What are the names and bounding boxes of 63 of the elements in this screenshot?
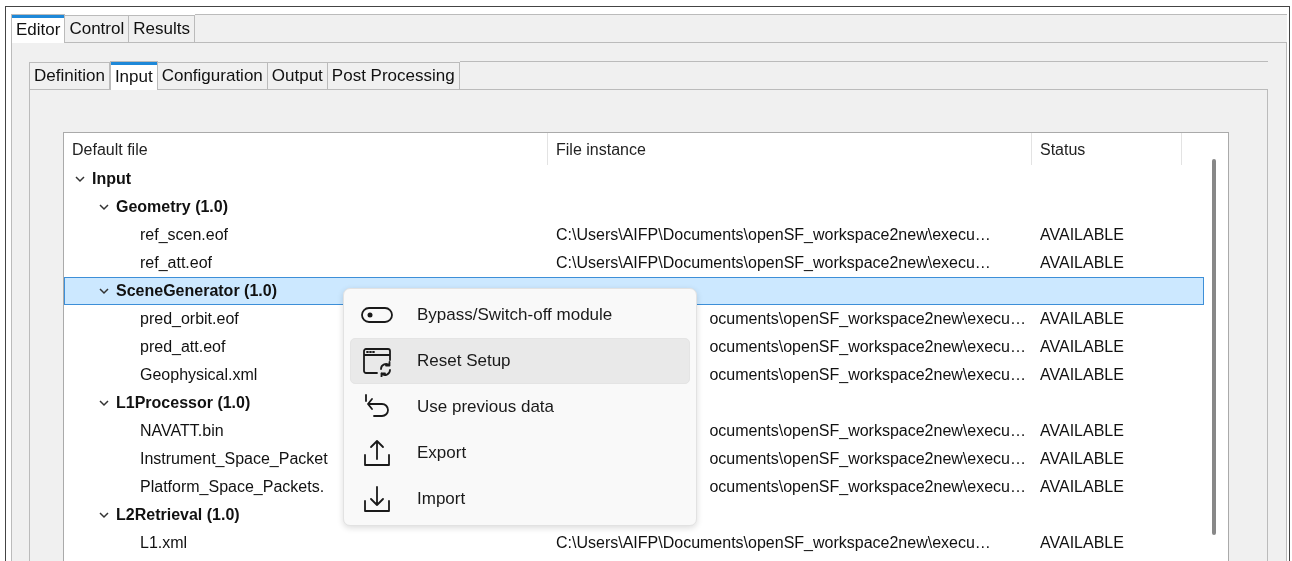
tab[interactable]: Editor [11, 14, 66, 43]
menu-item[interactable]: Export [350, 430, 690, 476]
file-path: C:\Users\AIFP\Documents\openSF_workspace2new\execu… [555, 534, 991, 552]
menu-item-label: Import [417, 489, 466, 509]
status-text: AVAILABLE [1039, 338, 1125, 356]
tree-label: Instrument_Space_Packet [140, 450, 328, 468]
file-path: C:\Users\AIFP\Documents\openSF_workspace2new\execu… [555, 254, 991, 272]
tree-label: SceneGenerator (1.0) [116, 282, 277, 300]
scrollbar-thumb[interactable] [1212, 159, 1216, 535]
menu-item[interactable]: Reset Setup [350, 338, 690, 384]
upload-icon [362, 438, 392, 468]
column-header[interactable]: Status [1032, 133, 1182, 165]
tree-label: pred_orbit.eof [140, 310, 239, 328]
menu-item-label: Bypass/Switch-off module [417, 305, 613, 325]
tab[interactable]: Input [109, 61, 158, 90]
status-text: AVAILABLE [1039, 310, 1125, 328]
tab[interactable]: Output [267, 62, 328, 90]
chevron-down-icon[interactable] [74, 173, 86, 185]
tree-label: ref_scen.eof [140, 226, 229, 244]
tab[interactable]: Post Processing [327, 62, 460, 90]
tab[interactable]: Configuration [157, 62, 268, 90]
download-icon [362, 484, 392, 514]
status-text: AVAILABLE [1039, 478, 1125, 496]
tree-label: ref_att.eof [140, 254, 213, 272]
file-path: ocuments\openSF_workspace2new\execu… [708, 310, 1027, 328]
file-path: ocuments\openSF_workspace2new\execu… [708, 450, 1027, 468]
tree-label: Input [92, 170, 132, 188]
column-header[interactable]: File instance [548, 133, 1032, 165]
tree-label: Platform_Space_Packets. [140, 478, 325, 496]
menu-item-label: Reset Setup [417, 351, 511, 371]
tree-label: pred_att.eof [140, 338, 226, 356]
chevron-down-icon[interactable] [98, 285, 110, 297]
file-path: ocuments\openSF_workspace2new\execu… [708, 338, 1027, 356]
column-header[interactable]: Default file [64, 133, 548, 165]
status-text: AVAILABLE [1039, 254, 1125, 272]
chevron-down-icon[interactable] [98, 201, 110, 213]
tab[interactable]: Control [65, 15, 130, 43]
status-text: AVAILABLE [1039, 450, 1125, 468]
menu-item-label: Export [417, 443, 467, 463]
file-path: C:\Users\AIFP\Documents\openSF_workspace2new\execu… [555, 226, 991, 244]
window-refresh-icon [361, 345, 393, 377]
tab[interactable]: Definition [29, 62, 110, 90]
chevron-down-icon[interactable] [98, 397, 110, 409]
chevron-down-icon[interactable] [98, 509, 110, 521]
tab[interactable]: Results [129, 15, 195, 43]
tree-label: L1Processor (1.0) [116, 394, 251, 412]
status-text: AVAILABLE [1039, 534, 1125, 552]
status-text: AVAILABLE [1039, 226, 1125, 244]
file-path: ocuments\openSF_workspace2new\execu… [708, 478, 1027, 496]
file-path: ocuments\openSF_workspace2new\execu… [708, 422, 1027, 440]
menu-item[interactable]: Import [350, 476, 690, 522]
tree-label: NAVATT.bin [140, 422, 224, 440]
tree-label: L2Retrieval (1.0) [116, 506, 240, 524]
tree-label: L1.xml [140, 534, 188, 552]
menu-item[interactable]: Bypass/Switch-off module [350, 292, 690, 338]
status-text: AVAILABLE [1039, 366, 1125, 384]
tree-label: Geophysical.xml [140, 366, 258, 384]
tree-label: Geometry (1.0) [116, 198, 229, 216]
menu-item-label: Use previous data [417, 397, 555, 417]
toggle-icon [361, 305, 393, 325]
status-text: AVAILABLE [1039, 422, 1125, 440]
file-path: ocuments\openSF_workspace2new\execu… [708, 366, 1027, 384]
menu-item[interactable]: Use previous data [350, 384, 690, 430]
